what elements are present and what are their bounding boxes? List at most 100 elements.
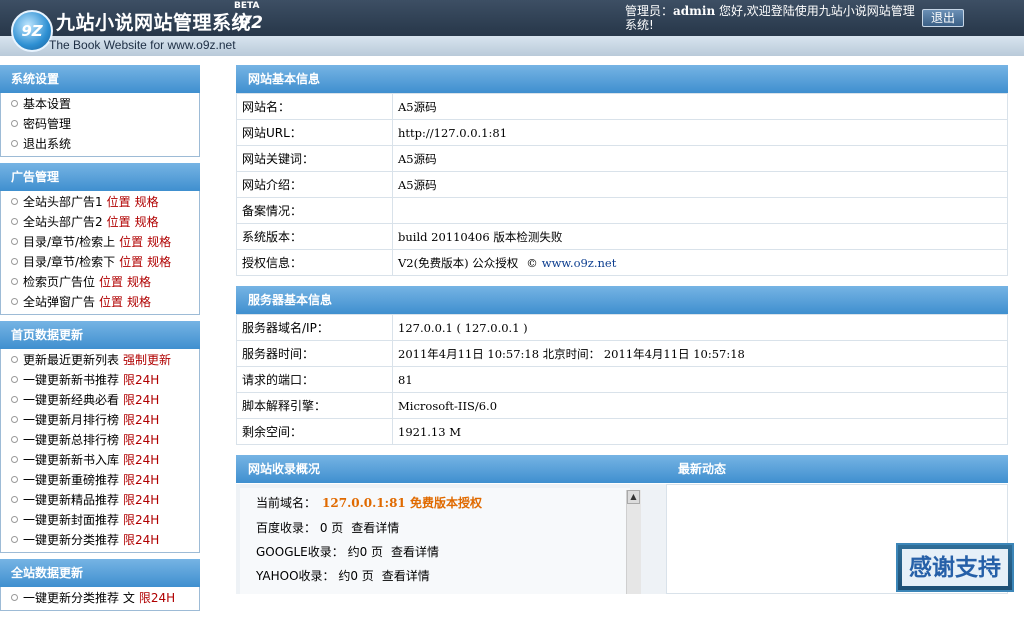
sidebar-item-label[interactable]: 全站头部广告1 [23,195,103,209]
view-details-link[interactable]: 查看详情 [382,569,430,583]
collect-content: 当前域名： 127.0.0.1:81 免费版本授权 百度收录： 0 页查看详情 GO… [240,488,630,594]
sidebar-item[interactable]: 一键更新分类推荐 限24H [1,530,199,550]
sidebar-item-link[interactable]: 限24H [123,473,159,487]
info-key: 服务器域名/IP： [236,314,393,341]
collect-title: 网站收录概况 [236,455,666,483]
sidebar-item[interactable]: 检索页广告位 位置 规格 [1,272,199,292]
sidebar-item-label[interactable]: 基本设置 [23,97,71,111]
bottom-row: 网站收录概况 最新动态 当前域名： 127.0.0.1:81 免费版本授权 百度收… [236,455,1008,595]
sidebar-item[interactable]: 一键更新精品推荐 限24H [1,490,199,510]
sidebar-item-label[interactable]: 一键更新月排行榜 [23,413,119,427]
sidebar-item-link[interactable]: 位置 [107,215,131,229]
sidebar-item-label[interactable]: 一键更新新书入库 [23,453,119,467]
sidebar-item-link[interactable]: 规格 [127,295,151,309]
sidebar-item[interactable]: 目录/章节/检索下 位置 规格 [1,252,199,272]
sidebar-item[interactable]: 基本设置 [1,94,199,114]
sidebar-item-label[interactable]: 一键更新分类推荐 文 [23,591,135,605]
sidebar-item-link[interactable]: 规格 [135,195,159,209]
sidebar-item-link[interactable]: 限24H [123,373,159,387]
sidebar-item-link[interactable]: 限24H [123,393,159,407]
sidebar-item-link[interactable]: 位置 [119,255,143,269]
info-value-text: http://127.0.0.1:81 [398,125,508,140]
current-domain-line: 当前域名： 127.0.0.1:81 免费版本授权 [256,494,482,511]
info-row: 系统版本： build 20110406 版本检测失败 [236,223,1008,250]
collect-label: 百度收录： 0 页 [256,521,344,535]
sidebar-item-label[interactable]: 一键更新分类推荐 [23,533,119,547]
sidebar-item-link[interactable]: 限24H [139,591,175,605]
info-value: 2011年4月11日 10:57:18 北京时间： 2011年4月11日 10:… [392,340,1008,367]
sidebar-item[interactable]: 一键更新经典必看 限24H [1,390,199,410]
info-row: 剩余空间： 1921.13 M [236,418,1008,445]
sidebar-item-label[interactable]: 退出系统 [23,137,71,151]
sidebar-item-link[interactable]: 规格 [147,235,171,249]
sidebar-item-link[interactable]: 规格 [147,255,171,269]
info-key: 网站关键词： [236,145,393,172]
collect-label: GOOGLE收录： 约0 页 [256,545,384,559]
collect-scrollbar[interactable]: ▲ [626,490,641,594]
sidebar-item-label[interactable]: 一键更新总排行榜 [23,433,119,447]
sidebar-item-label[interactable]: 全站弹窗广告 [23,295,95,309]
view-details-link[interactable]: 查看详情 [351,521,399,535]
sidebar-item-link[interactable]: 位置 [119,235,143,249]
sidebar-item[interactable]: 目录/章节/检索上 位置 规格 [1,232,199,252]
sidebar-panel-body: 基本设置密码管理退出系统 [0,93,200,157]
sidebar-item[interactable]: 全站弹窗广告 位置 规格 [1,292,199,312]
sidebar-item-label[interactable]: 密码管理 [23,117,71,131]
sidebar-item[interactable]: 一键更新月排行榜 限24H [1,410,199,430]
scroll-up-icon[interactable]: ▲ [627,490,640,504]
sidebar-item-link[interactable]: 限24H [123,493,159,507]
sidebar-item[interactable]: 全站头部广告1 位置 规格 [1,192,199,212]
sidebar-item-label[interactable]: 全站头部广告2 [23,215,103,229]
info-key: 网站介绍： [236,171,393,198]
sidebar-item[interactable]: 一键更新总排行榜 限24H [1,430,199,450]
sidebar-item-label[interactable]: 一键更新封面推荐 [23,513,119,527]
sidebar-item[interactable]: 全站头部广告2 位置 规格 [1,212,199,232]
logout-button[interactable]: 退出 [922,9,964,27]
sidebar-item-link[interactable]: 位置 [107,195,131,209]
sidebar-item[interactable]: 一键更新新书推荐 限24H [1,370,199,390]
sidebar-item[interactable]: 一键更新封面推荐 限24H [1,510,199,530]
sidebar-item-link[interactable]: 位置 [99,295,123,309]
info-value: 127.0.0.1 ( 127.0.0.1 ) [392,314,1008,341]
version-label: V2 [238,13,263,33]
info-row: 网站名： A5源码 [236,93,1008,120]
info-row: 服务器时间： 2011年4月11日 10:57:18 北京时间： 2011年4月1… [236,340,1008,367]
sidebar-item-link[interactable]: 限24H [123,433,159,447]
sidebar-item-link[interactable]: 限24H [123,513,159,527]
sidebar-item-label[interactable]: 更新最近更新列表 [23,353,119,367]
sidebar-item-label[interactable]: 一键更新重磅推荐 [23,473,119,487]
sidebar-item[interactable]: 一键更新分类推荐 文限24H [1,588,199,608]
info-value: 81 [392,366,1008,393]
sidebar-item[interactable]: 密码管理 [1,114,199,134]
sidebar-item-label[interactable]: 检索页广告位 [23,275,95,289]
view-details-link[interactable]: 查看详情 [391,545,439,559]
sidebar-item-label[interactable]: 目录/章节/检索下 [23,255,115,269]
sidebar-item[interactable]: 一键更新新书入库 限24H [1,450,199,470]
info-value-text: 1921.13 M [398,424,461,439]
sidebar-item-link[interactable]: 规格 [135,215,159,229]
sidebar-item-link[interactable]: 限24H [123,453,159,467]
sidebar-item-label[interactable]: 一键更新精品推荐 [23,493,119,507]
thanks-banner[interactable]: 感谢支持 [896,543,1014,592]
sidebar-item-label[interactable]: 一键更新经典必看 [23,393,119,407]
sidebar-item[interactable]: 一键更新重磅推荐 限24H [1,470,199,490]
sidebar-item-link[interactable]: 规格 [127,275,151,289]
official-site-link[interactable]: www.o9z.net [542,256,617,270]
info-value: http://127.0.0.1:81 [392,119,1008,146]
info-value-text: A5源码 [398,99,437,114]
collect-panel: 当前域名： 127.0.0.1:81 免费版本授权 百度收录： 0 页查看详情 GO… [236,484,666,594]
bullet-icon [11,278,18,285]
sidebar-item-label[interactable]: 一键更新新书推荐 [23,373,119,387]
sidebar-item-link[interactable]: 位置 [99,275,123,289]
sidebar-item-link[interactable]: 强制更新 [123,353,171,367]
sidebar-item-link[interactable]: 限24H [123,533,159,547]
sidebar-item[interactable]: 退出系统 [1,134,199,154]
info-value-text: 127.0.0.1 ( 127.0.0.1 ) [398,320,528,335]
sidebar-item[interactable]: 更新最近更新列表 强制更新 [1,350,199,370]
news-header: 最新动态 [666,455,1008,483]
collect-label: YAHOO收录： 约0 页 [256,569,374,583]
sidebar-item-label[interactable]: 目录/章节/检索上 [23,235,115,249]
sidebar-item-link[interactable]: 限24H [123,413,159,427]
info-key: 网站URL： [236,119,393,146]
info-value: 1921.13 M [392,418,1008,445]
